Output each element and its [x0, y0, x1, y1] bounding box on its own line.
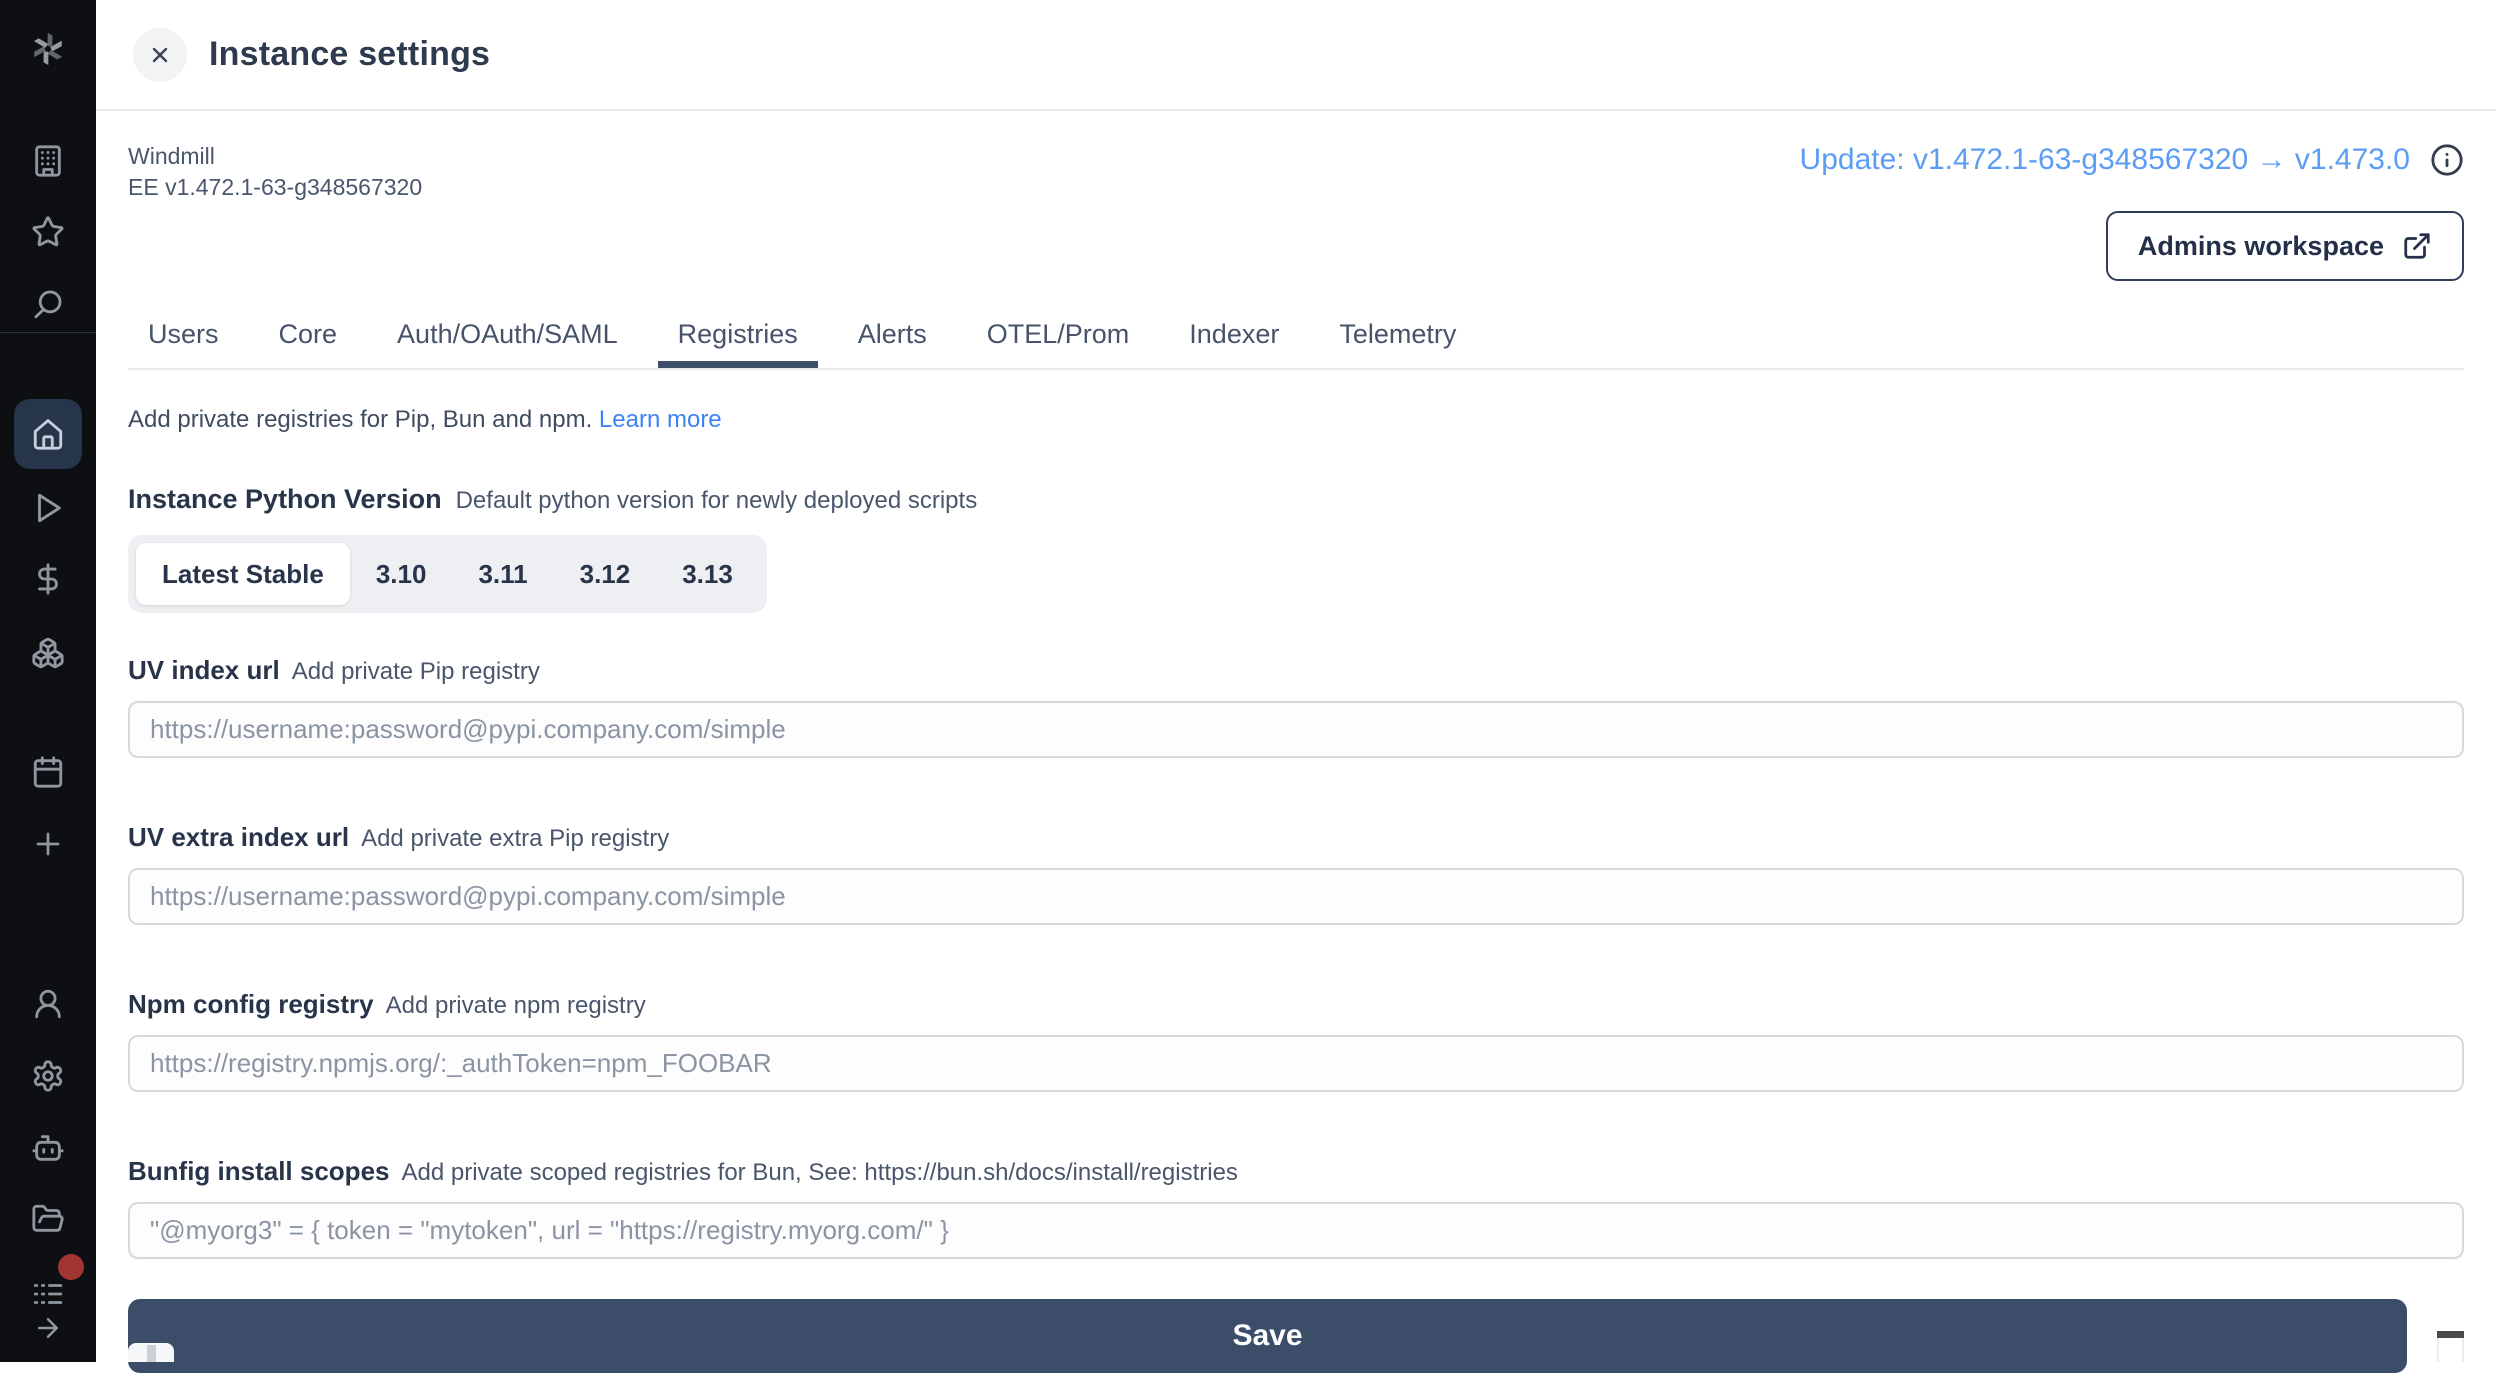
python-option-3-10[interactable]: 3.10 [350, 543, 453, 605]
uv-index-url-field: UV index url Add private Pip registry [128, 655, 2464, 758]
learn-more-link[interactable]: Learn more [599, 406, 722, 433]
admins-workspace-button[interactable]: Admins workspace [2106, 211, 2464, 281]
sidebar-item-add-plus-icon[interactable] [0, 827, 96, 861]
sidebar-divider [0, 332, 96, 333]
uv-index-url-input[interactable] [128, 701, 2464, 758]
tab-otel-prom[interactable]: OTEL/Prom [967, 319, 1150, 368]
npm-config-registry-label: Npm config registry [128, 989, 374, 1020]
tab-core[interactable]: Core [259, 319, 358, 368]
python-option-3-11[interactable]: 3.11 [452, 543, 553, 605]
sidebar-item-schedules-calendar-icon[interactable] [0, 755, 96, 789]
external-link-icon [2402, 231, 2432, 261]
python-option-3-13[interactable]: 3.13 [656, 543, 759, 605]
header: Instance settings [96, 0, 2496, 111]
notification-dot [58, 1254, 84, 1280]
sidebar-item-billing-dollar-icon[interactable] [0, 562, 96, 596]
settings-tabs: Users Core Auth/OAuth/SAML Registries Al… [128, 319, 2464, 370]
uv-extra-index-url-input[interactable] [128, 868, 2464, 925]
npm-config-registry-hint: Add private npm registry [386, 992, 646, 1020]
uv-extra-index-url-label: UV extra index url [128, 822, 349, 853]
windmill-logo-icon[interactable] [0, 18, 96, 78]
favorites-star-icon[interactable] [0, 215, 96, 249]
bunfig-install-scopes-field: Bunfig install scopes Add private scoped… [128, 1156, 2464, 1259]
workspace-building-icon[interactable] [0, 144, 96, 178]
uv-index-url-label: UV index url [128, 655, 280, 686]
tab-users[interactable]: Users [128, 319, 239, 368]
sidebar [0, 0, 96, 1362]
python-version-toggle-group: Latest Stable 3.10 3.11 3.12 3.13 [128, 535, 767, 613]
tab-indexer[interactable]: Indexer [1169, 319, 1299, 368]
close-icon [148, 43, 172, 67]
expand-sidebar-arrow-right-icon[interactable] [0, 1313, 96, 1343]
npm-config-registry-input[interactable] [128, 1035, 2464, 1092]
bunfig-install-scopes-hint: Add private scoped registries for Bun, S… [402, 1159, 1238, 1187]
instance-meta-row: Windmill EE v1.472.1-63-g348567320 Updat… [128, 141, 2464, 205]
python-option-3-12[interactable]: 3.12 [554, 543, 657, 605]
scrollbar-thumb[interactable] [2437, 1331, 2464, 1338]
bunfig-install-scopes-label: Bunfig install scopes [128, 1156, 390, 1187]
sidebar-item-home[interactable] [14, 399, 82, 469]
sidebar-item-runs-play-icon[interactable] [0, 491, 96, 525]
bunfig-install-scopes-input[interactable] [128, 1202, 2464, 1259]
sidebar-item-logs-icon[interactable] [0, 1277, 96, 1311]
sidebar-item-settings-gear-icon[interactable] [0, 1059, 96, 1093]
main-content: Windmill EE v1.472.1-63-g348567320 Updat… [96, 113, 2496, 1373]
close-button[interactable] [133, 28, 187, 82]
sidebar-item-ai-bot-icon[interactable] [0, 1131, 96, 1165]
intro-text: Add private registries for Pip, Bun and … [128, 406, 592, 433]
npm-config-registry-field: Npm config registry Add private npm regi… [128, 989, 2464, 1092]
update-link[interactable]: Update: v1.472.1-63-g348567320 → v1.473.… [1800, 143, 2410, 177]
tab-alerts[interactable]: Alerts [838, 319, 947, 368]
sidebar-item-account-user-icon[interactable] [0, 987, 96, 1021]
registries-intro: Add private registries for Pip, Bun and … [128, 406, 2464, 434]
sidebar-item-resources-boxes-icon[interactable] [0, 636, 96, 670]
search-icon[interactable] [0, 287, 96, 321]
scrollbar-corner [2437, 1331, 2464, 1362]
tab-auth-oauth-saml[interactable]: Auth/OAuth/SAML [377, 319, 638, 368]
uv-extra-index-url-hint: Add private extra Pip registry [361, 825, 669, 853]
python-version-title: Instance Python Version [128, 484, 442, 515]
uv-extra-index-url-field: UV extra index url Add private extra Pip… [128, 822, 2464, 925]
python-version-subtitle: Default python version for newly deploye… [456, 487, 978, 515]
sidebar-item-folders-folder-open-icon[interactable] [0, 1202, 96, 1236]
cutoff-element [128, 1343, 174, 1362]
admins-workspace-label: Admins workspace [2138, 231, 2384, 262]
info-icon[interactable] [2430, 143, 2464, 177]
tab-registries[interactable]: Registries [658, 319, 818, 368]
page-title: Instance settings [209, 35, 490, 74]
tab-telemetry[interactable]: Telemetry [1319, 319, 1476, 368]
uv-index-url-hint: Add private Pip registry [292, 658, 540, 686]
python-option-latest-stable[interactable]: Latest Stable [136, 543, 350, 605]
